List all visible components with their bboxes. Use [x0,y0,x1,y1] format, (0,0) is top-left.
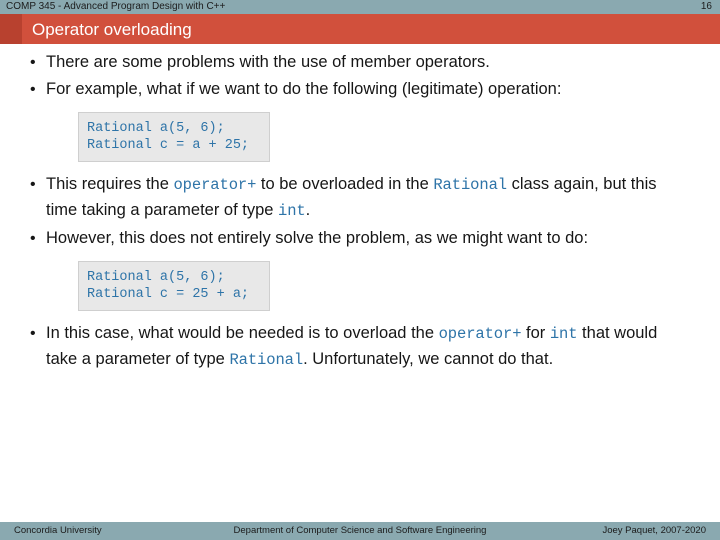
title-accent-block [0,14,22,44]
bullet-text-part: . [305,201,311,219]
inline-code: int [549,325,578,343]
bullet-marker: • [30,325,36,342]
bullet-item: • There are some problems with the use o… [0,50,720,75]
bullet-marker: • [30,176,36,193]
bullet-text: For example, what if we want to do the f… [46,80,562,98]
bullet-item: • In this case, what would be needed is … [0,321,720,373]
code-line: Rational a(5, 6); [87,121,225,136]
bullet-item: • However, this does not entirely solve … [0,226,720,251]
bullet-marker: • [30,230,36,247]
code-line: Rational c = a + 25; [87,138,250,153]
slide-body: • There are some problems with the use o… [0,50,720,375]
inline-code: Rational [433,176,507,194]
slide: COMP 345 - Advanced Program Design with … [0,0,720,540]
bullet-text-part: . Unfortunately, we cannot do that. [303,350,554,368]
bullet-text-part: In this case, what would be needed is to… [46,324,439,342]
bullet-item: • For example, what if we want to do the… [0,77,720,102]
bullet-text-part: This requires the [46,175,174,193]
bullet-item: • This requires the operator+ to be over… [0,172,720,224]
bullet-text: There are some problems with the use of … [46,53,490,71]
code-line: Rational a(5, 6); [87,270,225,285]
inline-code: operator+ [173,176,257,194]
inline-code: int [278,202,306,220]
bullet-text-part: to be overloaded in the [256,175,434,193]
code-block: Rational a(5, 6); Rational c = 25 + a; [78,261,270,311]
code-block: Rational a(5, 6); Rational c = a + 25; [78,112,270,162]
inline-code: Rational [229,351,304,369]
bullet-text: However, this does not entirely solve th… [46,229,589,247]
bullet-marker: • [30,54,36,71]
footer-author: Joey Paquet, 2007-2020 [602,525,706,536]
bullet-text-part: for [521,324,550,342]
header-course-title: COMP 345 - Advanced Program Design with … [6,1,226,12]
bullet-marker: • [30,81,36,98]
inline-code: operator+ [438,325,522,343]
slide-title: Operator overloading [32,20,192,39]
code-line: Rational c = 25 + a; [87,287,250,302]
header-page-number: 16 [700,1,712,12]
